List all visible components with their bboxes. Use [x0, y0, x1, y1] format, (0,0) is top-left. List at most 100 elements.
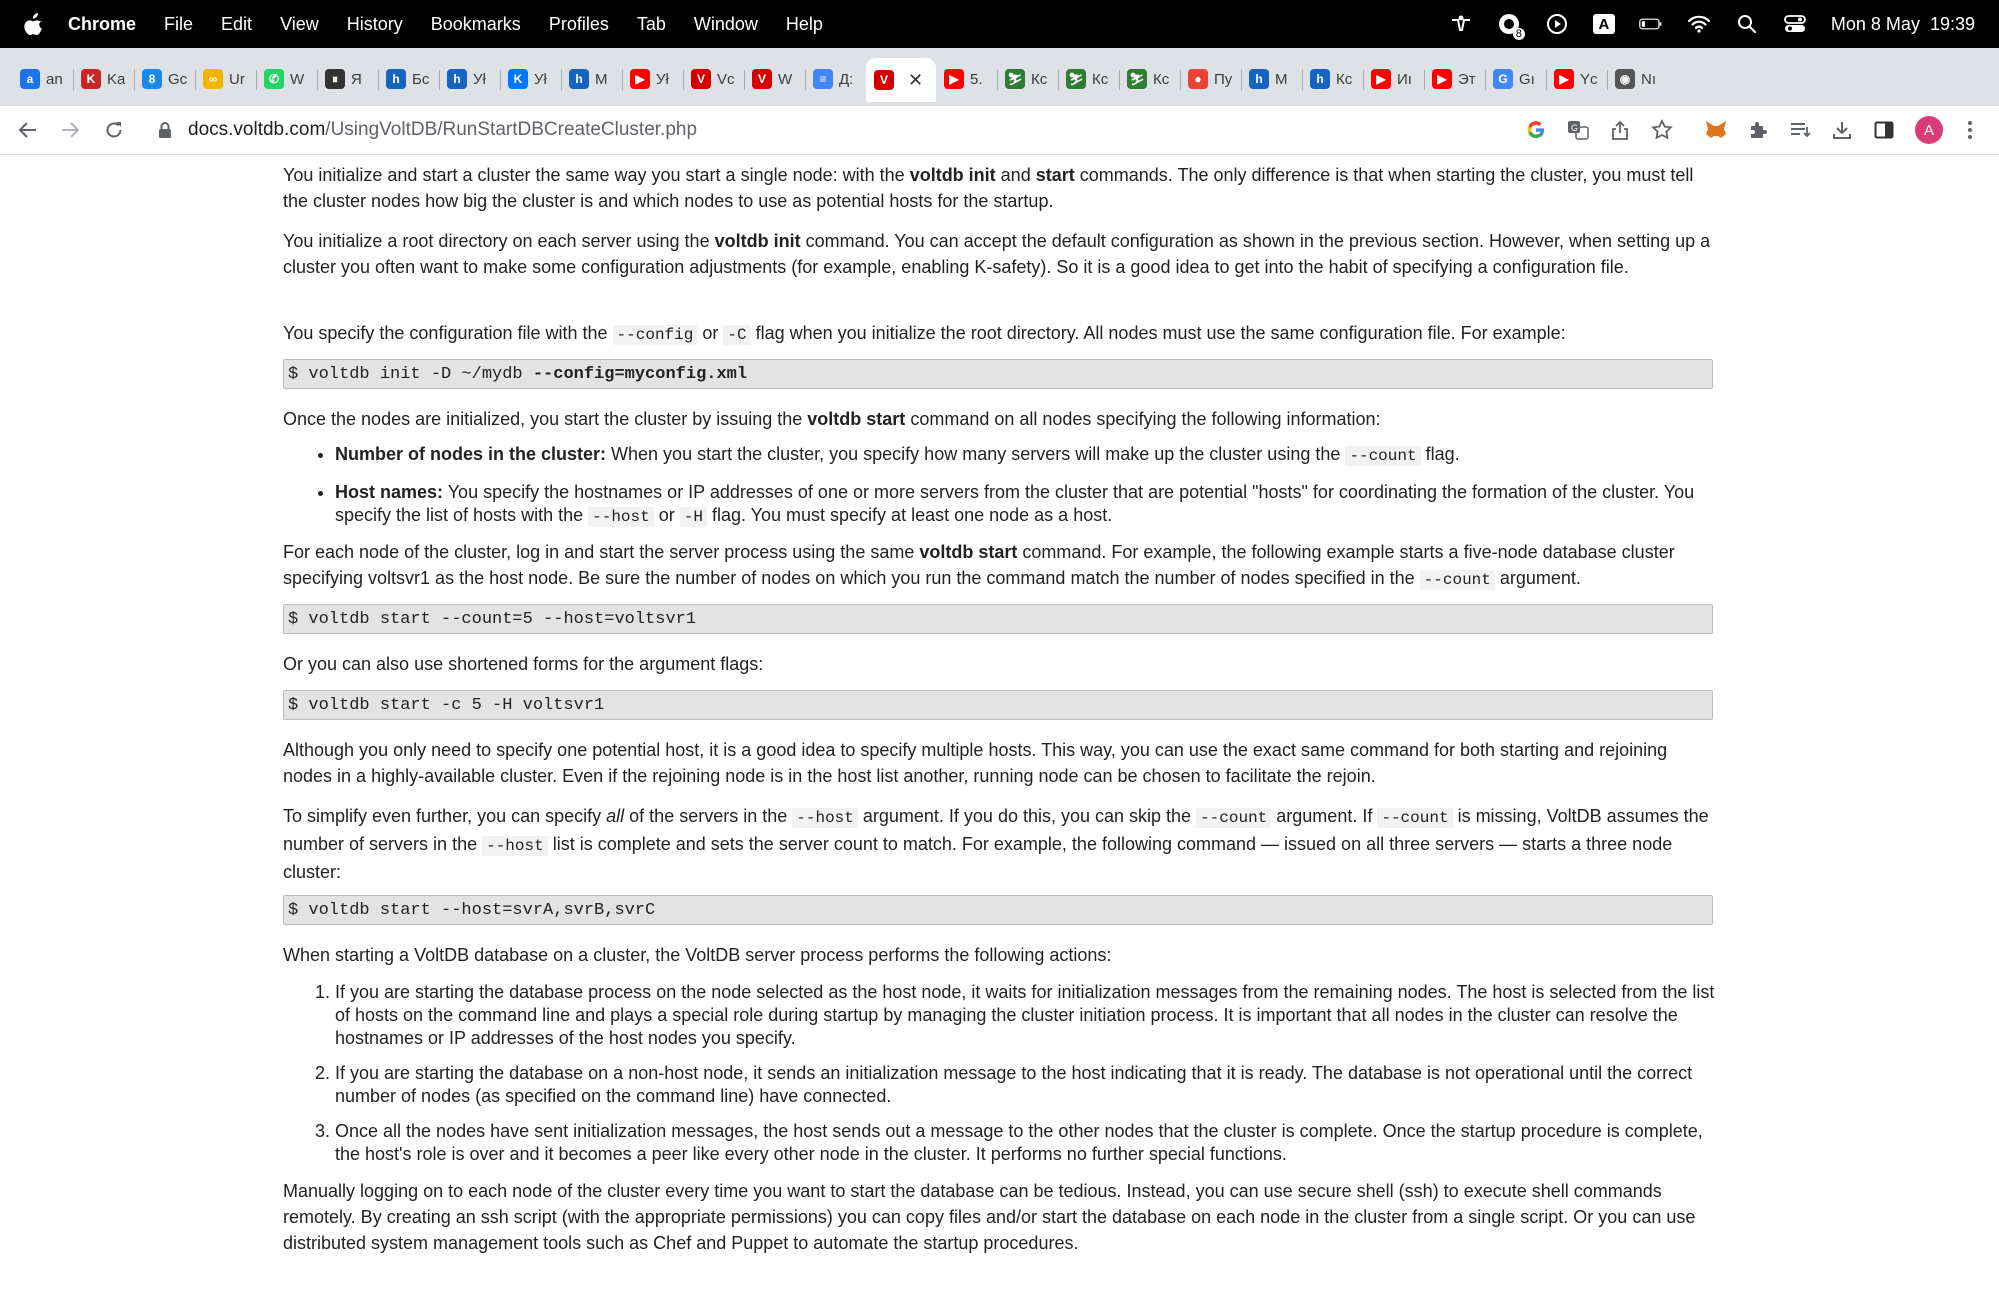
tab[interactable]: ▶ Уł — [622, 59, 683, 99]
tab[interactable]: ⏸ Я — [317, 59, 378, 99]
menu-file[interactable]: File — [164, 14, 193, 35]
text-run: Manually logging on to each node of the … — [283, 1181, 1696, 1253]
text-run: or — [653, 505, 680, 525]
bookmark-icon: K — [81, 69, 101, 89]
whatsapp-icon: ✆ — [264, 69, 284, 89]
paragraph-multiple-hosts: Although you only need to specify one po… — [283, 737, 1715, 789]
tab[interactable]: K Уł — [500, 59, 561, 99]
tab-active[interactable]: V ✕ — [866, 58, 936, 102]
tab[interactable]: ⛷ Кс — [1119, 59, 1180, 99]
chrome-icon: ◉ — [1615, 69, 1635, 89]
url-host: docs.voltdb.com — [188, 119, 326, 140]
tab-title: 5. — [970, 70, 983, 88]
tab[interactable]: h Кс — [1302, 59, 1363, 99]
tab[interactable]: ● Пу — [1180, 59, 1241, 99]
kebab-menu-icon[interactable] — [1958, 118, 1982, 142]
menu-view[interactable]: View — [280, 14, 319, 35]
forward-arrow-icon[interactable] — [58, 118, 82, 142]
wifi-icon[interactable] — [1687, 12, 1711, 36]
inline-code: --config — [612, 325, 698, 345]
inline-code: -C — [723, 325, 751, 345]
tab[interactable]: ▶ Yc — [1546, 59, 1607, 99]
clock[interactable]: Mon 8 May 19:39 — [1831, 14, 1975, 35]
text-run: argument. If — [1271, 806, 1378, 826]
radar-icon[interactable] — [1449, 12, 1473, 36]
menu-tab[interactable]: Tab — [637, 14, 666, 35]
close-tab-icon[interactable]: ✕ — [908, 70, 923, 91]
inline-code: --count — [1196, 808, 1272, 828]
menu-bookmarks[interactable]: Bookmarks — [431, 14, 521, 35]
input-source-indicator[interactable]: A — [1592, 14, 1615, 34]
tab[interactable]: ▶ Иı — [1363, 59, 1424, 99]
google-icon[interactable] — [1524, 118, 1548, 142]
menu-history[interactable]: History — [347, 14, 403, 35]
list-item-count: Number of nodes in the cluster: When you… — [335, 443, 1715, 468]
bookmark-star-icon[interactable] — [1650, 118, 1674, 142]
menu-help[interactable]: Help — [786, 14, 823, 35]
tab-title: Nı — [1641, 70, 1656, 88]
notification-badge-icon[interactable]: 8 — [1497, 12, 1525, 40]
menu-edit[interactable]: Edit — [221, 14, 252, 35]
tab[interactable]: hM — [1241, 59, 1302, 99]
control-center-icon[interactable] — [1783, 12, 1807, 36]
tab[interactable]: ⛷ Кс — [1058, 59, 1119, 99]
tab-title: Gc — [168, 70, 188, 88]
tab[interactable]: ▶ Эт — [1424, 59, 1485, 99]
text-run: Although you only need to specify one po… — [283, 740, 1668, 786]
tab[interactable]: G Gı — [1485, 59, 1546, 99]
reading-list-icon[interactable] — [1788, 118, 1812, 142]
paragraph-server-actions: When starting a VoltDB database on a clu… — [283, 942, 1111, 968]
back-arrow-icon[interactable] — [16, 118, 40, 142]
translate-icon: G — [1493, 69, 1513, 89]
tab-title: Уł — [534, 70, 547, 88]
paragraph-start-cluster: Once the nodes are initialized, you star… — [283, 406, 1381, 432]
docs-icon: ≡ — [813, 69, 833, 89]
amazon-icon: a — [20, 69, 40, 89]
voltdb-icon: V — [691, 69, 711, 89]
menu-window[interactable]: Window — [694, 14, 758, 35]
menu-app-name[interactable]: Chrome — [68, 14, 136, 35]
youtube-icon: ▶ — [630, 69, 650, 89]
tab[interactable]: V Vc — [683, 59, 744, 99]
tab[interactable]: ▶ 5. — [936, 59, 997, 99]
tab-title: Yc — [1580, 70, 1598, 88]
tab[interactable]: a an — [12, 59, 73, 99]
tab[interactable]: 8 Gc — [134, 59, 195, 99]
lock-icon[interactable] — [158, 121, 172, 139]
translate-icon[interactable]: G — [1566, 118, 1590, 142]
play-circle-icon[interactable] — [1545, 12, 1569, 36]
status-area: 8 A Mon 8 May 19:39 — [1449, 0, 1975, 48]
tab[interactable]: K Ka — [73, 59, 134, 99]
search-icon[interactable] — [1735, 12, 1759, 36]
download-icon[interactable] — [1830, 118, 1854, 142]
tab[interactable]: hM — [561, 59, 622, 99]
side-panel-icon[interactable] — [1872, 118, 1896, 142]
share-icon[interactable] — [1608, 118, 1632, 142]
reload-icon[interactable] — [102, 118, 126, 142]
metamask-fox-icon[interactable] — [1704, 118, 1728, 142]
address-bar[interactable]: docs.voltdb.com/UsingVoltDB/RunStartDBCr… — [146, 110, 1686, 150]
start-info-list: Number of nodes in the cluster: When you… — [283, 443, 1715, 529]
tab-title: Иı — [1397, 70, 1412, 88]
tab[interactable]: ⛷ Кс — [997, 59, 1058, 99]
text-run: When starting a VoltDB database on a clu… — [283, 945, 1112, 965]
text-run: $ voltdb start --count=5 --host=voltsvr1 — [288, 610, 697, 629]
inline-code: --host — [588, 507, 654, 527]
inline-code: --host — [792, 808, 858, 828]
apple-icon[interactable] — [24, 13, 50, 35]
tab[interactable]: ✆ W — [256, 59, 317, 99]
inline-code: -H — [679, 507, 707, 527]
tab[interactable]: ≡ Д: — [805, 59, 866, 99]
tab[interactable]: h Уł — [439, 59, 500, 99]
profile-avatar[interactable]: A — [1915, 116, 1943, 144]
code-block-init: $ voltdb init -D ~/mydb --config=myconfi… — [283, 359, 1713, 389]
battery-icon[interactable] — [1639, 12, 1663, 36]
menu-profiles[interactable]: Profiles — [549, 14, 609, 35]
extensions-puzzle-icon[interactable] — [1746, 118, 1770, 142]
text-run: Once the nodes are initialized, you star… — [283, 409, 808, 429]
tab[interactable]: h Бс — [378, 59, 439, 99]
tab[interactable]: VW — [744, 59, 805, 99]
tab[interactable]: ◉ Nı — [1607, 59, 1668, 99]
youtube-icon: ▶ — [944, 69, 964, 89]
tab[interactable]: ∞ Ur — [195, 59, 256, 99]
